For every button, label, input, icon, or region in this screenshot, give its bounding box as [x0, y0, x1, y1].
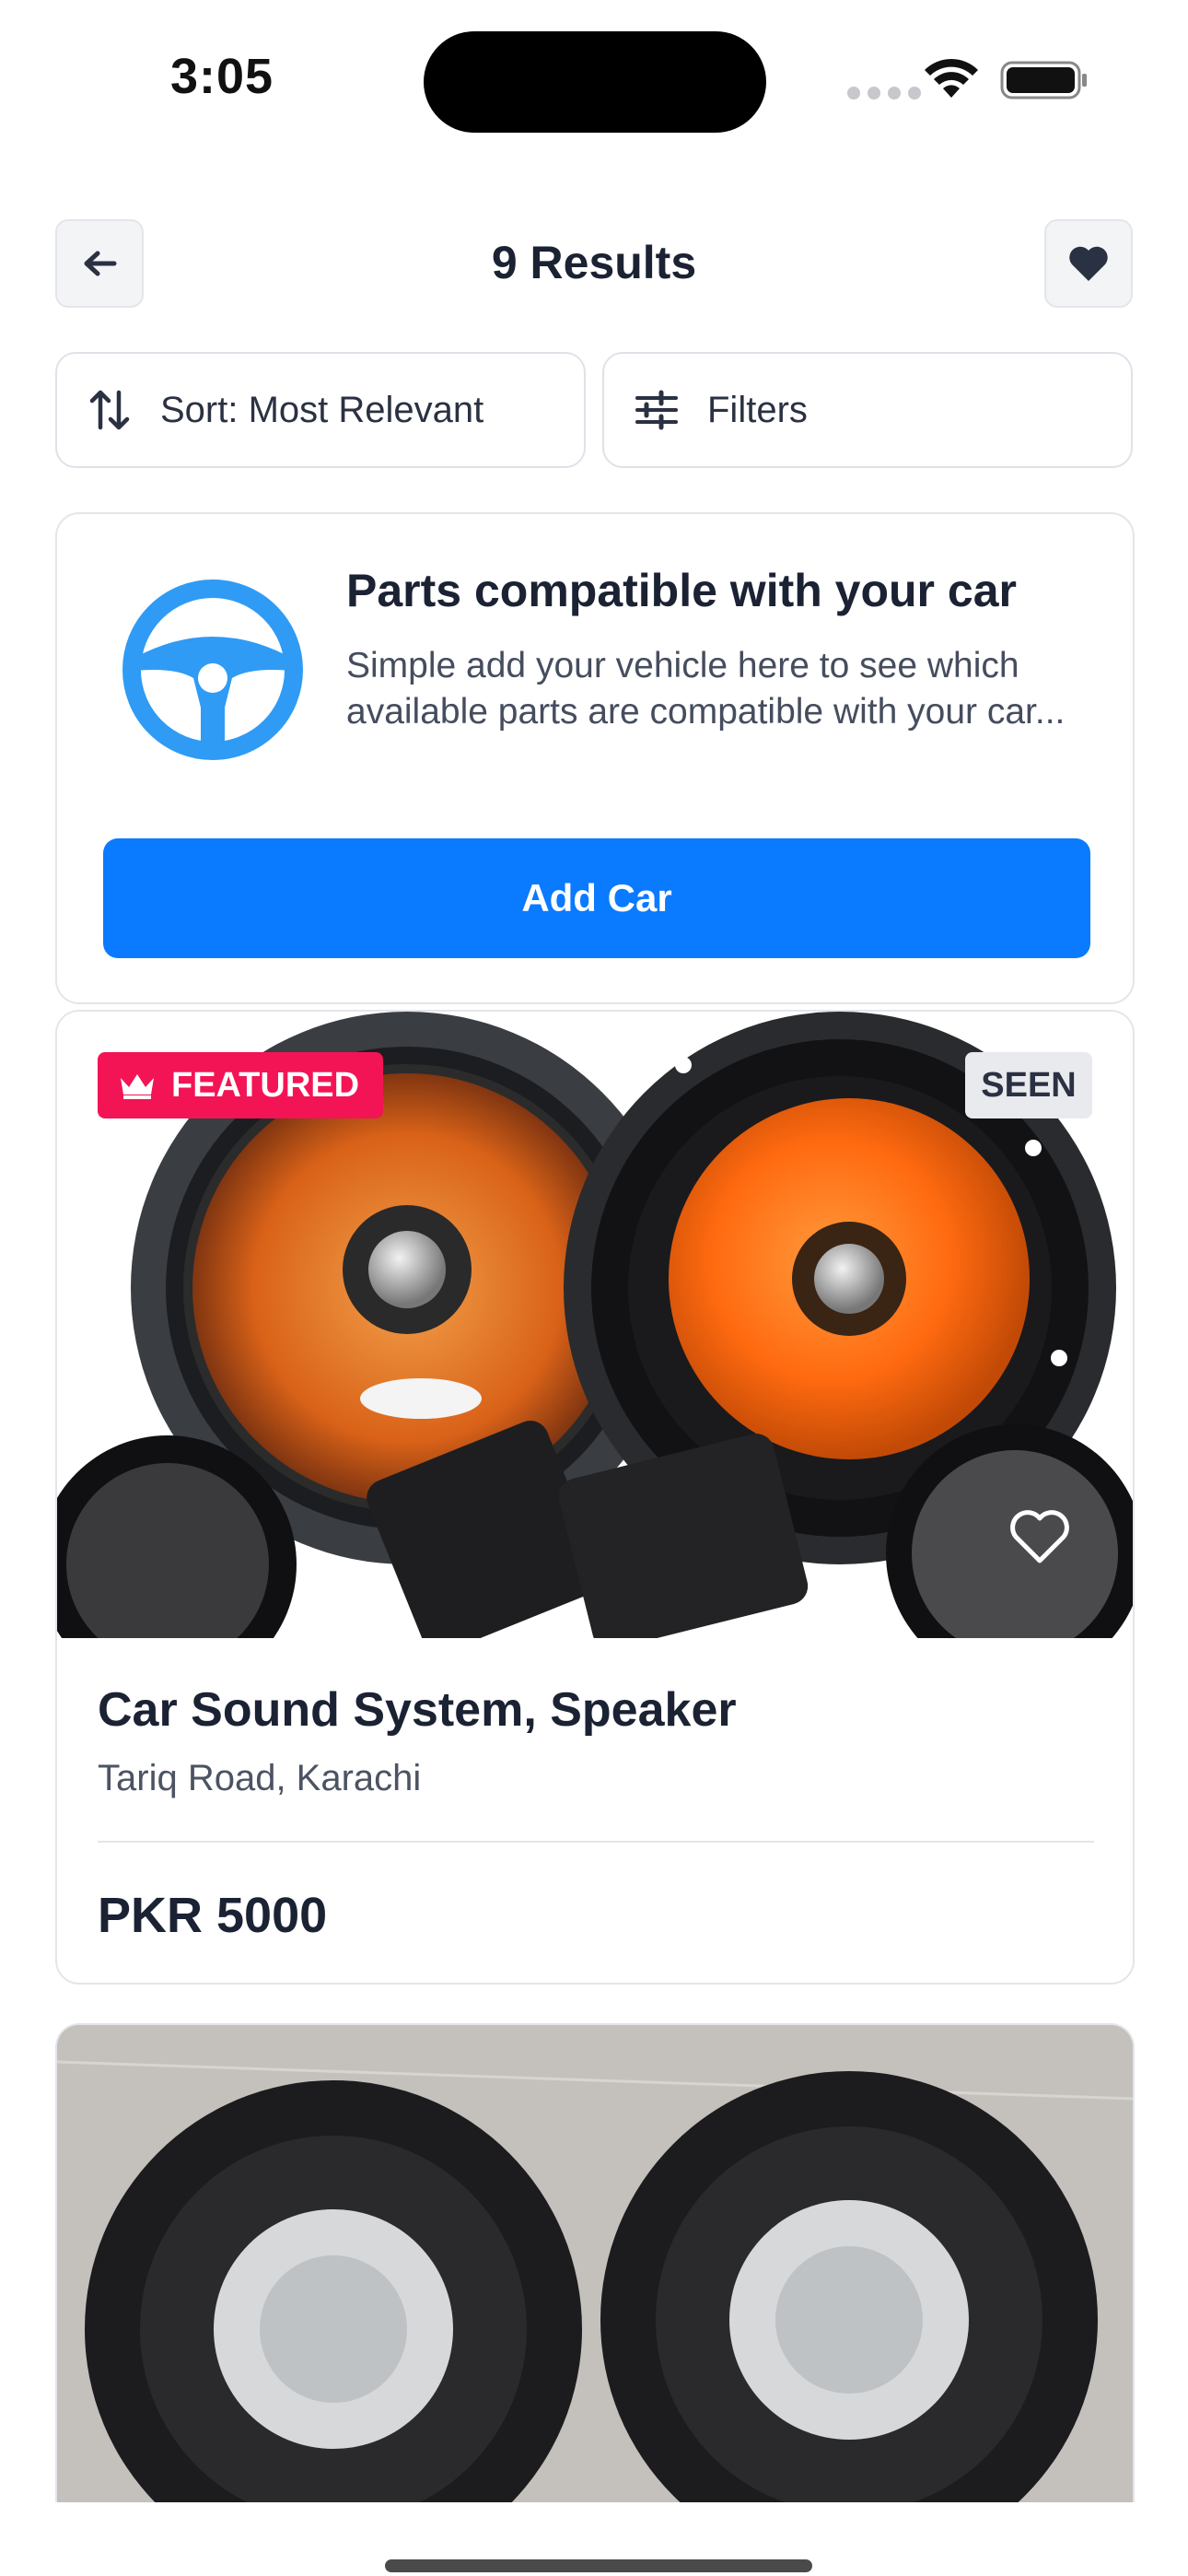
divider — [98, 1841, 1094, 1843]
crown-icon — [121, 1074, 154, 1099]
compatibility-description: Simple add your vehicle here to see whic… — [346, 646, 1066, 732]
compatibility-card: Parts compatible with your car Simple ad… — [55, 512, 1135, 1004]
listing-title: Car Sound System, Speaker — [98, 1683, 737, 1737]
listing-image — [57, 2025, 1133, 2502]
battery-icon — [1000, 61, 1087, 100]
favorites-button[interactable] — [1044, 219, 1133, 308]
seen-badge: SEEN — [965, 1052, 1092, 1118]
listing-location: Tariq Road, Karachi — [98, 1758, 422, 1798]
featured-label: FEATURED — [171, 1065, 360, 1105]
heart-icon — [1069, 246, 1108, 281]
sort-icon — [89, 390, 130, 430]
steering-wheel-icon — [122, 580, 303, 760]
favorite-heart-icon[interactable] — [1007, 1507, 1072, 1566]
wifi-icon — [925, 58, 978, 98]
page-title: 9 Results — [491, 237, 697, 288]
cellular-signal-icon — [847, 87, 921, 100]
sort-filter-toolbar: Sort: Most Relevant Filters — [55, 352, 1133, 468]
listing-card[interactable] — [55, 2023, 1135, 2502]
compatibility-title: Parts compatible with your car — [346, 565, 1017, 616]
home-indicator — [385, 2559, 812, 2572]
header: 9 Results — [0, 212, 1188, 313]
sort-label: Sort: Most Relevant — [160, 389, 484, 430]
sort-button[interactable]: Sort: Most Relevant — [55, 352, 586, 468]
status-time: 3:05 — [170, 49, 274, 104]
add-car-button[interactable]: Add Car — [103, 838, 1090, 958]
speaker-product-image — [57, 2025, 1133, 2502]
filters-label: Filters — [707, 389, 808, 430]
listing-card[interactable]: FEATURED SEEN Car Sound System, Speaker … — [55, 1010, 1135, 1985]
listing-price: PKR 5000 — [98, 1888, 328, 1943]
featured-badge: FEATURED — [98, 1052, 384, 1118]
filter-sliders-icon — [635, 390, 678, 430]
status-bar: 3:05 — [0, 0, 1188, 138]
listing-image: FEATURED SEEN — [57, 1012, 1133, 1638]
dynamic-island — [424, 31, 766, 133]
filters-button[interactable]: Filters — [602, 352, 1133, 468]
